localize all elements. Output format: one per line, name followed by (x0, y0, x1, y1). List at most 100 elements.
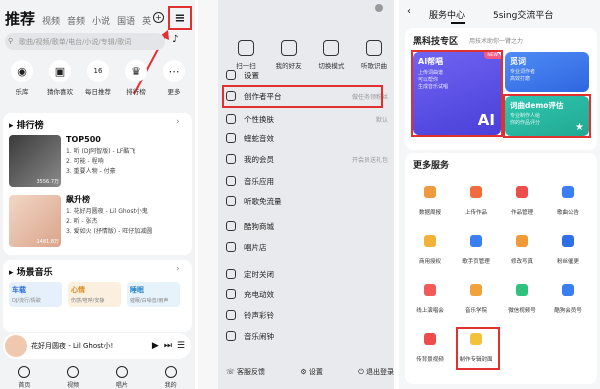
service-icon (555, 179, 581, 205)
ranking-item[interactable]: 1481.8万 飙升榜 1. 花好月圆夜 - Lil Ghost小鬼 2. 听 … (9, 195, 152, 247)
tab-5sing[interactable]: 5sing交流平台 (493, 8, 553, 21)
tab-service-center[interactable]: 服务中心 (429, 8, 465, 21)
service-icon (509, 179, 535, 205)
service-label: 音乐学院 (464, 308, 487, 314)
service-item[interactable]: 上传作品 (459, 179, 493, 216)
menu-item-store[interactable]: 唱片店 (226, 239, 394, 255)
service-icon (417, 228, 443, 254)
service-item[interactable]: 修改写真 (505, 228, 539, 265)
service-item[interactable]: 粉丝催更 (551, 228, 585, 265)
friends-icon (280, 40, 297, 56)
service-item[interactable]: 音乐学院 (459, 277, 493, 314)
recognize-button[interactable]: 听歌识曲 (354, 40, 394, 70)
service-item[interactable]: 微信视频号 (505, 277, 539, 314)
menu-item-apps[interactable]: 音乐应用 (226, 173, 394, 189)
shortcut-guess[interactable]: ▣ 猜你喜欢 (44, 60, 76, 96)
menu-item-timer[interactable]: 定时关闭 (226, 266, 394, 282)
nav-home[interactable]: 首页 (18, 366, 30, 389)
shortcut-library[interactable]: ◉ 乐库 (6, 60, 38, 96)
nav-disc[interactable]: 唱片 (115, 366, 128, 389)
highlight-menu-box (168, 6, 192, 30)
menu-item-settings[interactable]: 设置 (226, 67, 394, 83)
tech-zone-card: 黑科技专区 用技术助你一臂之力 AI帮唱 上传词曲谱 可以帮你 生成音乐试唱 A… (405, 28, 597, 150)
charge-icon (226, 289, 236, 299)
scene-sleep[interactable]: 睡眠 催眠/白噪音/雨声 (127, 282, 180, 307)
feedback-button[interactable]: ☏ 客服反馈 (226, 367, 265, 377)
logout-button[interactable]: ⏻ 退出登录 (358, 367, 394, 377)
footer-bar: ☏ 客服反馈 ⚙ 设置 ⏻ 退出登录 (226, 367, 394, 377)
lyric-card[interactable]: 觅词 专业词作者 高效打磨 (505, 52, 589, 92)
service-item[interactable]: 数据周报 (413, 179, 447, 216)
tab-english[interactable]: 英 (142, 14, 151, 27)
scene-card: ▸ 场景音乐 › 车载 DJ/流行/情歌 心情 伤感/喧哗/安静 睡眠 催眠/白噪音/… (3, 260, 192, 332)
ranking-item[interactable]: 3556.7万 TOP500 1. 听 (DJ阿智版) - LF酷飞 2. 可能… (9, 135, 135, 187)
more-services-card: 更多服务 数据周报 上传作品 作品管理 歌曲公告 商用授权 歌手页管理 修改写真 粉丝催更 线上… (405, 153, 597, 384)
tab-audio[interactable]: 音频 (67, 14, 85, 27)
play-icon[interactable]: ▶ (152, 341, 159, 351)
service-tabs: 服务中心 5sing交流平台 (429, 8, 553, 21)
home-icon (18, 366, 31, 378)
tab-mandarin[interactable]: 国语 (117, 14, 135, 27)
add-icon[interactable]: + (153, 12, 164, 23)
tab-underline (451, 22, 465, 24)
mall-icon (226, 221, 236, 231)
menu-item-mall[interactable]: 酷狗商城 (226, 218, 394, 234)
service-label: 传背景视频 (416, 357, 444, 363)
service-label: 线上演唱会 (416, 308, 444, 314)
bottom-nav: 首页 视频 唱片 我的 (0, 366, 195, 389)
service-item[interactable]: 歌手页管理 (459, 228, 493, 265)
menu-item-sound[interactable]: 蝰蛇音效 (226, 130, 394, 146)
gear-icon (226, 70, 236, 80)
service-item[interactable]: 歌曲公告 (551, 179, 585, 216)
menu-item-alarm[interactable]: 音乐闹钟 (226, 328, 394, 344)
tab-recommend[interactable]: 推荐 (5, 8, 35, 29)
service-item[interactable]: 商用授权 (413, 228, 447, 265)
mic-icon[interactable]: ♪ (172, 34, 178, 45)
playlist-icon[interactable]: ☰ (177, 341, 185, 351)
menu-item-ringtone[interactable]: 铃声彩铃 (226, 307, 394, 323)
shortcut-ranking[interactable]: ♛ 排行榜 (120, 60, 152, 96)
vip-icon (226, 154, 236, 164)
video-icon (67, 366, 80, 378)
bell-icon (226, 310, 236, 320)
scene-mood[interactable]: 心情 伤感/喧哗/安静 (68, 282, 121, 307)
menu-item-charge[interactable]: 充电动效 (226, 286, 394, 302)
mini-player[interactable]: 花好月圆夜 - Lil Ghost小! ▶ ⏭ ☰ (3, 333, 191, 359)
back-icon[interactable]: ‹ (407, 6, 411, 17)
nav-video[interactable]: 视频 (67, 366, 79, 389)
data-icon (226, 196, 236, 206)
apps-icon (226, 176, 236, 186)
shortcut-more[interactable]: ⋯ 更多 (158, 60, 190, 96)
menu-item-vip[interactable]: 我的会员 开会员送礼包 (226, 151, 394, 167)
switch-icon (323, 40, 340, 56)
nav-mine[interactable]: 我的 (164, 366, 177, 389)
scan-button[interactable]: 扫一扫 (226, 40, 266, 70)
service-item[interactable]: 酷狗会员号 (551, 277, 585, 314)
switch-mode-button[interactable]: 切换模式 (311, 40, 351, 70)
tab-video[interactable]: 视频 (42, 14, 60, 27)
shortcut-daily[interactable]: 16 每日推荐 (82, 60, 114, 96)
service-icon (417, 326, 443, 352)
ranking-card: ▸ 排行榜 › 3556.7万 TOP500 1. 听 (DJ阿智版) - LF… (3, 113, 192, 255)
service-icon (463, 228, 489, 254)
chevron-right-icon[interactable]: › (176, 264, 180, 274)
service-item[interactable]: 线上演唱会 (413, 277, 447, 314)
side-menu-panel: 扫一扫 我的好友 切换模式 听歌识曲 设置 创作者平台 做任务领粉丝 个性换肤 默认… (198, 0, 394, 389)
skin-icon (226, 114, 236, 124)
next-icon[interactable]: ⏭ (164, 341, 172, 351)
service-label: 修改写真 (510, 259, 533, 265)
disc-icon: ◉ (11, 60, 33, 82)
menu-item-skin[interactable]: 个性换肤 默认 (226, 111, 394, 127)
scene-car[interactable]: 车载 DJ/流行/情歌 (9, 282, 62, 307)
menu-item-data[interactable]: 听歌免流量 (226, 193, 394, 209)
recognize-icon (365, 40, 382, 56)
service-item[interactable]: 传背景视频 (413, 326, 447, 363)
friends-button[interactable]: 我的好友 (269, 40, 309, 70)
tab-novel[interactable]: 小说 (92, 14, 110, 27)
service-item[interactable]: 作品管理 (505, 179, 539, 216)
more-icon: ⋯ (163, 60, 185, 82)
chevron-right-icon[interactable]: › (176, 117, 180, 127)
settings-button[interactable]: ⚙ 设置 (300, 367, 323, 377)
trophy-icon: ♛ (125, 60, 147, 82)
search-input[interactable]: 歌曲/视频/歌单/电台/小说/专辑/歌词 (5, 33, 165, 50)
